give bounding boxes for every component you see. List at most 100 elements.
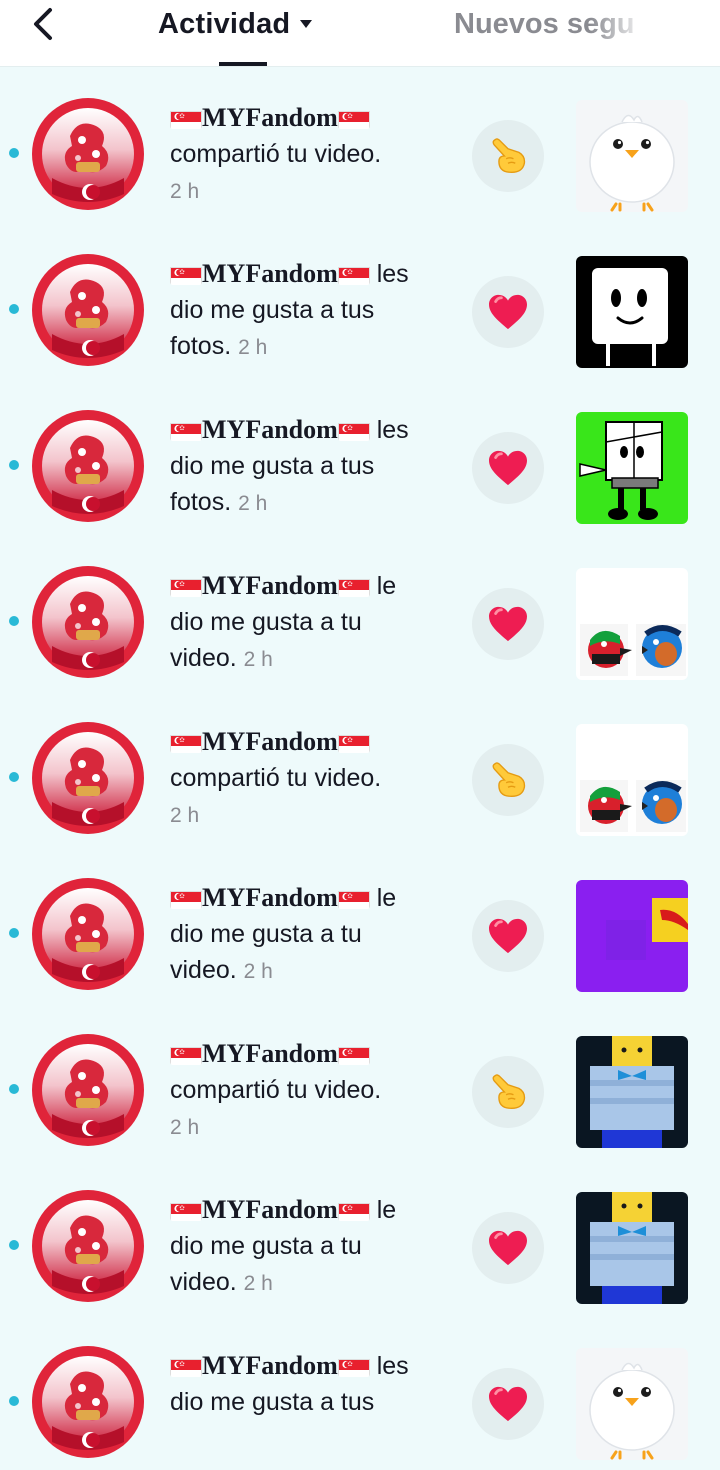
- notification-item[interactable]: MYFandom le dio me gusta a tu video. 2 h: [0, 534, 720, 690]
- video-thumbnail[interactable]: [576, 724, 688, 836]
- singapore-flag-icon: [337, 419, 370, 441]
- singapore-flag-icon: [170, 887, 202, 909]
- video-thumbnail[interactable]: [576, 568, 688, 680]
- username[interactable]: MYFandom: [202, 103, 338, 132]
- singapore-flag-icon: [337, 1355, 370, 1377]
- singapore-flag-icon: [337, 263, 370, 285]
- notification-text-end: fotos.: [170, 488, 239, 516]
- video-thumbnail[interactable]: [576, 256, 688, 368]
- username[interactable]: MYFandom: [202, 415, 338, 444]
- notification-text-start: les: [369, 1352, 409, 1380]
- notification-item[interactable]: MYFandom les dio me gusta a tus: [0, 1314, 720, 1470]
- avatar[interactable]: [32, 1346, 144, 1458]
- notification-text: MYFandom les dio me gusta a tus fotos. 2 h: [170, 412, 455, 522]
- notification-text-body: dio me gusta a tu: [170, 608, 362, 636]
- notification-item[interactable]: MYFandom compartió tu video. 2 h: [0, 1002, 720, 1158]
- username[interactable]: MYFandom: [202, 571, 338, 600]
- singapore-flag-icon: [337, 1199, 370, 1221]
- notification-item[interactable]: MYFandom compartió tu video. 2 h: [0, 66, 720, 222]
- tab-activity-label: Actividad: [158, 7, 291, 40]
- timestamp: 2 h: [170, 1116, 200, 1139]
- share-pointing-hand-icon: [472, 744, 544, 816]
- avatar[interactable]: [32, 1190, 144, 1302]
- notification-list: MYFandom compartió tu video. 2 h MYFandom l…: [0, 66, 720, 1470]
- singapore-flag-icon: [337, 575, 370, 597]
- notification-text: MYFandom les dio me gusta a tus fotos. 2 h: [170, 256, 455, 366]
- unread-dot: [9, 1240, 19, 1250]
- username[interactable]: MYFandom: [202, 1351, 338, 1380]
- notification-text: MYFandom compartió tu video. 2 h: [170, 1036, 455, 1146]
- unread-dot: [9, 460, 19, 470]
- notification-text-start: le: [369, 1196, 397, 1224]
- video-thumbnail[interactable]: [576, 1348, 688, 1460]
- notification-text-start: les: [369, 260, 409, 288]
- singapore-flag-icon: [170, 263, 202, 285]
- singapore-flag-icon: [170, 731, 202, 753]
- timestamp: 2 h: [170, 804, 200, 827]
- like-heart-icon: [472, 1368, 544, 1440]
- username[interactable]: MYFandom: [202, 1039, 338, 1068]
- avatar[interactable]: [32, 1034, 144, 1146]
- notification-item[interactable]: MYFandom les dio me gusta a tus fotos. 2 h: [0, 378, 720, 534]
- notification-text: MYFandom compartió tu video. 2 h: [170, 100, 455, 210]
- singapore-flag-icon: [170, 1199, 202, 1221]
- top-bar: Actividad Nuevos segu: [0, 0, 720, 67]
- notification-text: MYFandom le dio me gusta a tu video. 2 h: [170, 568, 455, 678]
- avatar[interactable]: [32, 98, 144, 210]
- username[interactable]: MYFandom: [202, 883, 338, 912]
- timestamp: 2 h: [238, 492, 268, 515]
- notification-text-end: video.: [170, 1268, 244, 1296]
- avatar[interactable]: [32, 566, 144, 678]
- video-thumbnail[interactable]: [576, 1036, 688, 1148]
- notification-item[interactable]: MYFandom les dio me gusta a tus fotos. 2 h: [0, 222, 720, 378]
- back-arrow-icon[interactable]: [26, 4, 66, 44]
- video-thumbnail[interactable]: [576, 100, 688, 212]
- notification-item[interactable]: MYFandom compartió tu video. 2 h: [0, 690, 720, 846]
- unread-dot: [9, 928, 19, 938]
- notification-text-body: dio me gusta a tus: [170, 296, 375, 324]
- notification-text-start: le: [369, 572, 397, 600]
- notification-item[interactable]: MYFandom le dio me gusta a tu video. 2 h: [0, 1158, 720, 1314]
- unread-dot: [9, 1084, 19, 1094]
- notification-text-body: dio me gusta a tu: [170, 920, 362, 948]
- singapore-flag-icon: [170, 107, 202, 129]
- singapore-flag-icon: [337, 1043, 370, 1065]
- notification-text-body: dio me gusta a tus: [170, 1388, 375, 1416]
- notification-text-end: fotos.: [170, 332, 239, 360]
- unread-dot: [9, 772, 19, 782]
- notification-text: MYFandom le dio me gusta a tu video. 2 h: [170, 880, 455, 990]
- singapore-flag-icon: [170, 1043, 202, 1065]
- singapore-flag-icon: [170, 575, 202, 597]
- timestamp: 2 h: [238, 336, 268, 359]
- caret-down-icon: [300, 20, 313, 28]
- notification-text-start: le: [369, 884, 397, 912]
- username[interactable]: MYFandom: [202, 727, 338, 756]
- notification-text: MYFandom les dio me gusta a tus: [170, 1348, 455, 1420]
- share-pointing-hand-icon: [472, 120, 544, 192]
- video-thumbnail[interactable]: [576, 1192, 688, 1304]
- like-heart-icon: [472, 588, 544, 660]
- singapore-flag-icon: [337, 731, 370, 753]
- timestamp: 2 h: [243, 648, 273, 671]
- username[interactable]: MYFandom: [202, 1195, 338, 1224]
- like-heart-icon: [472, 432, 544, 504]
- notification-text-body: compartió tu video.: [170, 140, 382, 168]
- timestamp: 2 h: [243, 960, 273, 983]
- tab-activity[interactable]: Actividad: [158, 4, 313, 44]
- notification-item[interactable]: MYFandom le dio me gusta a tu video. 2 h: [0, 846, 720, 1002]
- timestamp: 2 h: [243, 1272, 273, 1295]
- video-thumbnail[interactable]: [576, 412, 688, 524]
- avatar[interactable]: [32, 878, 144, 990]
- avatar[interactable]: [32, 410, 144, 522]
- singapore-flag-icon: [337, 107, 370, 129]
- username[interactable]: MYFandom: [202, 259, 338, 288]
- notification-text-body: dio me gusta a tu: [170, 1232, 362, 1260]
- singapore-flag-icon: [170, 419, 202, 441]
- share-pointing-hand-icon: [472, 1056, 544, 1128]
- avatar[interactable]: [32, 722, 144, 834]
- video-thumbnail[interactable]: [576, 880, 688, 992]
- unread-dot: [9, 148, 19, 158]
- unread-dot: [9, 304, 19, 314]
- avatar[interactable]: [32, 254, 144, 366]
- singapore-flag-icon: [170, 1355, 202, 1377]
